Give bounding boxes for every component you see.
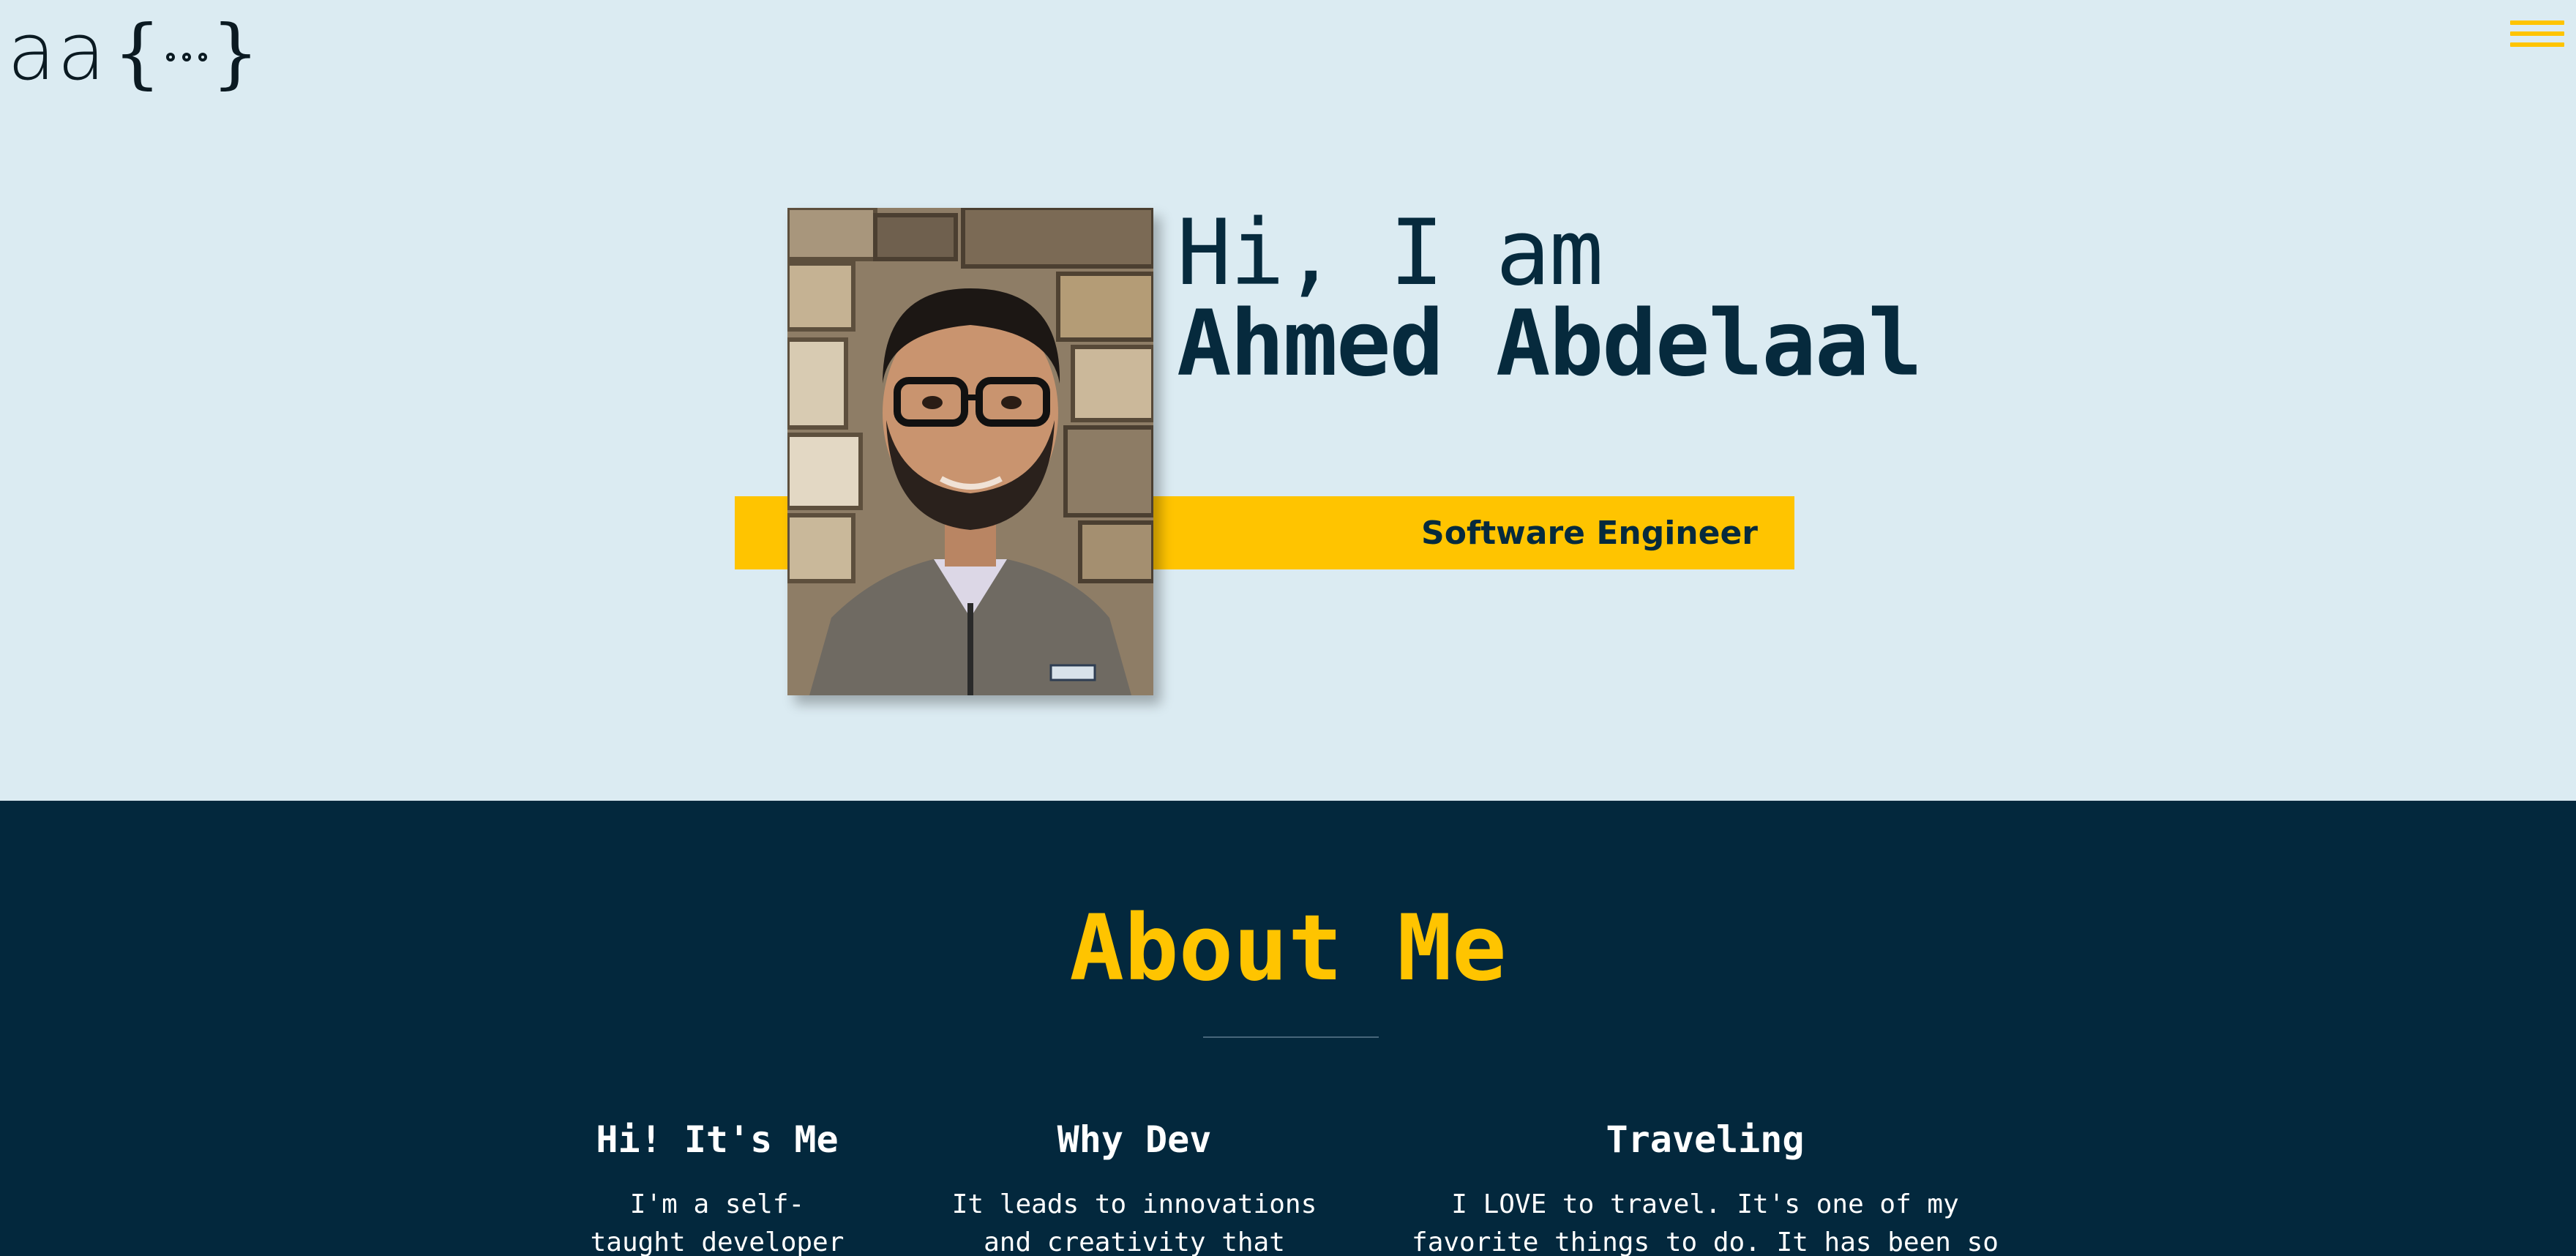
about-column-why-dev: Why Dev It leads to innovations and crea… <box>944 1121 1325 1256</box>
hero-greeting: Hi, I am Ahmed Abdelaal <box>1177 208 1922 397</box>
profile-photo <box>787 208 1153 695</box>
logo-dot <box>198 53 207 61</box>
column-heading: Hi! It's Me <box>596 1118 839 1161</box>
hero-section: aa { } Software Engineer Hi, I am Ahmed … <box>0 0 2576 801</box>
menu-line <box>2510 31 2564 36</box>
logo-letters: aa <box>7 7 108 98</box>
logo-braces: { } <box>113 15 259 91</box>
page: aa { } Software Engineer Hi, I am Ahmed … <box>0 0 2576 1256</box>
person-name: Ahmed Abdelaal <box>1177 291 1922 397</box>
logo-dot <box>165 53 175 61</box>
logo-dots <box>165 44 207 61</box>
hamburger-icon[interactable] <box>2510 20 2564 47</box>
logo-brace-close: } <box>211 8 260 97</box>
column-text: It leads to innovations and creativity t… <box>951 1189 1317 1256</box>
about-section: About Me Hi! It's Me I'm a self-taught d… <box>0 801 2576 1256</box>
column-heading: Why Dev <box>1057 1118 1212 1161</box>
logo-brace-open: { <box>113 8 162 97</box>
menu-line <box>2510 42 2564 47</box>
about-title: About Me <box>1069 896 1507 1001</box>
site-logo[interactable]: aa { } <box>7 13 260 92</box>
portrait-illustration <box>787 208 1153 695</box>
section-divider <box>1203 1036 1379 1038</box>
menu-line <box>2510 20 2564 25</box>
about-column-intro: Hi! It's Me I'm a self-taught developer … <box>585 1121 849 1256</box>
job-title: Software Engineer <box>1421 514 1758 552</box>
column-text: I LOVE to travel. It's one of my favorit… <box>1412 1189 1999 1256</box>
about-column-traveling: Traveling I LOVE to travel. It's one of … <box>1398 1121 2012 1256</box>
column-heading: Traveling <box>1606 1118 1805 1161</box>
logo-dot <box>181 53 191 61</box>
greeting-text: Hi, I am <box>1177 201 1603 306</box>
column-text: I'm a self-taught developer who is <box>590 1189 845 1256</box>
